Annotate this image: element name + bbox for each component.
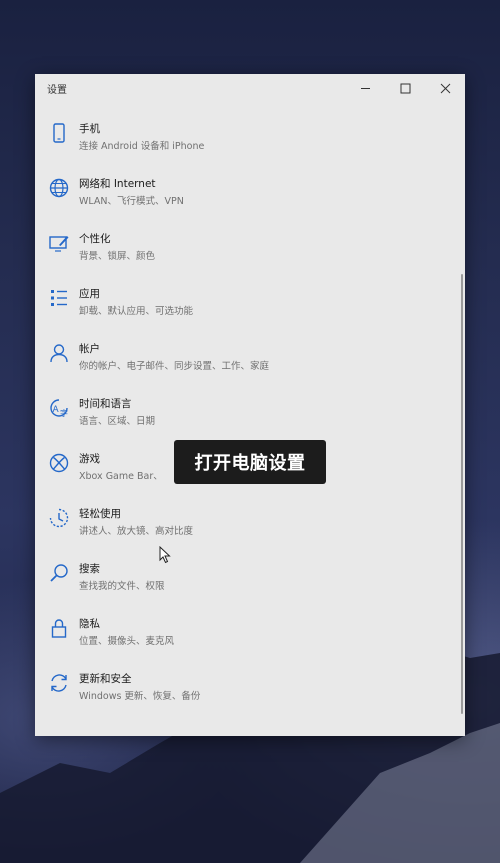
settings-item-title: 更新和安全: [79, 673, 132, 685]
settings-item-privacy[interactable]: 隐私 位置、摄像头、麦克风: [35, 607, 455, 655]
settings-item-title: 时间和语言: [79, 398, 132, 410]
close-icon: [440, 83, 450, 93]
account-icon: [48, 342, 70, 364]
settings-item-description: 你的帐户、电子邮件、同步设置、工作、家庭: [79, 361, 270, 372]
apps-icon: [48, 287, 70, 309]
search-icon: [48, 562, 70, 584]
settings-item-description: WLAN、飞行模式、VPN: [79, 196, 184, 207]
settings-item-description: 位置、摄像头、麦克风: [79, 636, 175, 647]
settings-item-title: 轻松使用: [79, 508, 121, 520]
ease-of-access-icon: [48, 507, 70, 529]
settings-item-title: 个性化: [79, 233, 111, 245]
settings-item-title: 游戏: [79, 453, 100, 465]
settings-item-title: 帐户: [79, 343, 100, 355]
lock-icon: [48, 617, 70, 639]
window-title: 设置: [47, 84, 67, 96]
settings-item-description: 连接 Android 设备和 iPhone: [79, 141, 205, 152]
xbox-icon: [48, 452, 70, 474]
svg-text:字: 字: [60, 408, 68, 418]
globe-icon: [48, 177, 70, 199]
settings-item-description: Xbox Game Bar、: [79, 471, 163, 482]
settings-item-update-security[interactable]: 更新和安全 Windows 更新、恢复、备份: [35, 662, 455, 710]
settings-item-description: 讲述人、放大镜、高对比度: [79, 526, 194, 537]
title-bar[interactable]: 设置: [35, 74, 465, 102]
update-icon: [48, 672, 70, 694]
settings-item-apps[interactable]: 应用 卸载、默认应用、可选功能: [35, 277, 455, 325]
settings-window: 设置 手机 连接 Android 设备和 iPhone 网络和 Internet…: [35, 74, 465, 736]
settings-item-description: Windows 更新、恢复、备份: [79, 691, 201, 702]
scrollbar[interactable]: [461, 274, 463, 714]
settings-item-title: 隐私: [79, 618, 100, 630]
settings-item-network[interactable]: 网络和 Internet WLAN、飞行模式、VPN: [35, 167, 455, 215]
close-button[interactable]: [425, 74, 465, 102]
svg-text:A: A: [53, 405, 60, 415]
overlay-caption: 打开电脑设置: [174, 440, 326, 484]
settings-item-ease-of-access[interactable]: 轻松使用 讲述人、放大镜、高对比度: [35, 497, 455, 545]
settings-item-phone[interactable]: 手机 连接 Android 设备和 iPhone: [35, 112, 455, 160]
maximize-button[interactable]: [385, 74, 425, 102]
settings-item-title: 搜索: [79, 563, 100, 575]
settings-item-search[interactable]: 搜索 查找我的文件、权限: [35, 552, 455, 600]
settings-item-time-language[interactable]: A字 时间和语言 语言、区域、日期: [35, 387, 455, 435]
settings-item-title: 应用: [79, 288, 100, 300]
settings-item-accounts[interactable]: 帐户 你的帐户、电子邮件、同步设置、工作、家庭: [35, 332, 455, 380]
personalization-icon: [48, 232, 70, 254]
settings-item-description: 语言、区域、日期: [79, 416, 156, 427]
minimize-icon: [360, 87, 370, 89]
maximize-icon: [400, 83, 410, 93]
settings-item-title: 网络和 Internet: [79, 178, 156, 190]
settings-item-personalization[interactable]: 个性化 背景、锁屏、颜色: [35, 222, 455, 270]
minimize-button[interactable]: [345, 74, 385, 102]
settings-item-title: 手机: [79, 123, 100, 135]
settings-item-description: 查找我的文件、权限: [79, 581, 165, 592]
mouse-cursor-icon: [159, 546, 171, 564]
settings-item-description: 卸载、默认应用、可选功能: [79, 306, 194, 317]
time-language-icon: A字: [48, 397, 70, 419]
phone-icon: [48, 122, 70, 144]
settings-item-description: 背景、锁屏、颜色: [79, 251, 156, 262]
